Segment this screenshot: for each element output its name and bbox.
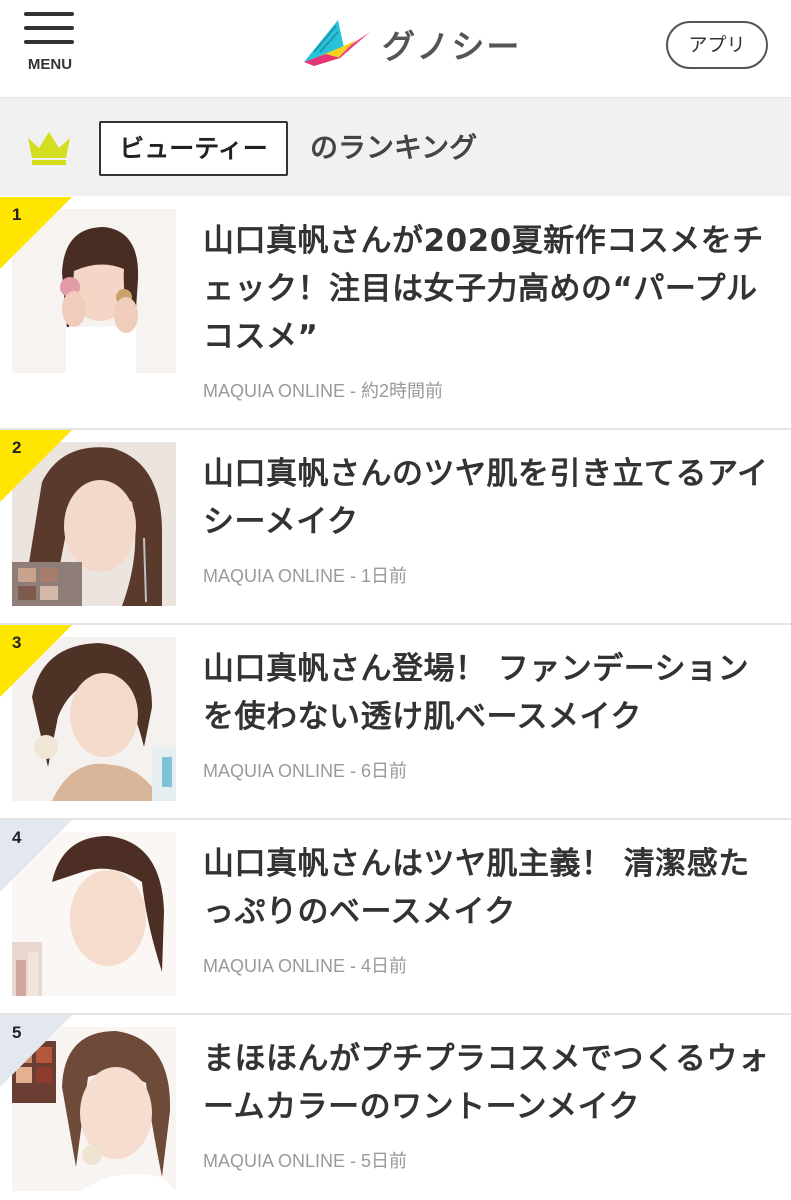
rank-number: 2 xyxy=(12,438,22,457)
rank-number: 4 xyxy=(12,828,22,847)
article-time: 約2時間前 xyxy=(361,381,444,401)
article-time: 1日前 xyxy=(361,566,408,586)
article-source: MAQUIA ONLINE xyxy=(203,761,346,781)
article-source: MAQUIA ONLINE xyxy=(203,381,346,401)
article-title[interactable]: 山口真帆さんが2020夏新作コスメをチェック！注目は女子力高めの“パープルコスメ… xyxy=(203,217,775,361)
hamburger-icon-bar xyxy=(24,12,74,16)
article-meta: MAQUIA ONLINE - 5日前 xyxy=(203,1151,408,1171)
article-title[interactable]: 山口真帆さん登場！ ファンデーションを使わない透け肌ベースメイク xyxy=(203,645,775,741)
menu-button[interactable]: MENU xyxy=(22,12,80,76)
article-time: 4日前 xyxy=(361,956,408,976)
logo-text: グノシー xyxy=(382,27,522,66)
article-source: MAQUIA ONLINE xyxy=(203,956,346,976)
article-meta: MAQUIA ONLINE - 4日前 xyxy=(203,956,408,976)
ranking-item[interactable]: 4 山口真帆さんはツヤ肌主義！ 清潔感たっぷりのベースメイク MAQUIA ON… xyxy=(0,820,791,1013)
article-source: MAQUIA ONLINE xyxy=(203,1151,346,1171)
rank-badge-icon xyxy=(0,1015,72,1087)
article-meta: MAQUIA ONLINE - 1日前 xyxy=(203,566,408,586)
article-time: 6日前 xyxy=(361,761,408,781)
app-download-button[interactable]: アプリ xyxy=(666,21,768,69)
category-selector[interactable]: ビューティー xyxy=(99,121,288,176)
ranking-item[interactable]: 1 山口真帆さんが2020夏新作コスメをチェック！注目は女子力高めの“パープルコ… xyxy=(0,197,791,428)
hamburger-icon-bar xyxy=(24,40,74,44)
article-title[interactable]: 山口真帆さんのツヤ肌を引き立てるアイシーメイク xyxy=(203,450,775,546)
rank-number: 1 xyxy=(12,205,22,224)
rank-badge-icon xyxy=(0,197,72,269)
article-time: 5日前 xyxy=(361,1151,408,1171)
ranking-title-suffix: のランキング xyxy=(310,131,478,164)
article-source: MAQUIA ONLINE xyxy=(203,566,346,586)
ranking-item[interactable]: 3 山口真帆さん登場！ ファンデーションを使わない透け肌ベースメイク MAQUI… xyxy=(0,625,791,818)
rank-badge-icon xyxy=(0,430,72,502)
gunosy-logo[interactable]: グノシー xyxy=(300,18,530,68)
rank-badge-icon xyxy=(0,820,72,892)
article-meta: MAQUIA ONLINE - 約2時間前 xyxy=(203,381,444,401)
menu-label: MENU xyxy=(27,56,73,73)
hamburger-icon-bar xyxy=(24,26,74,30)
article-title[interactable]: 山口真帆さんはツヤ肌主義！ 清潔感たっぷりのベースメイク xyxy=(203,840,775,936)
app-header: MENU グノシー アプリ xyxy=(0,0,791,98)
gunosy-logo-icon xyxy=(304,20,370,66)
crown-icon xyxy=(28,132,70,165)
rank-number: 3 xyxy=(12,633,22,652)
rank-badge-icon xyxy=(0,625,72,697)
article-title[interactable]: まほほんがプチプラコスメでつくるウォームカラーのワントーンメイク xyxy=(203,1035,775,1131)
ranking-item[interactable]: 2 山口真帆さんのツヤ肌を引き立てるアイシーメイク MAQUIA ONLINE … xyxy=(0,430,791,623)
article-meta: MAQUIA ONLINE - 6日前 xyxy=(203,761,408,781)
ranking-item[interactable]: 5 まほほんがプチプラコスメでつくるウォームカラーのワントーンメイク MAQUI… xyxy=(0,1015,791,1200)
rank-number: 5 xyxy=(12,1023,22,1042)
